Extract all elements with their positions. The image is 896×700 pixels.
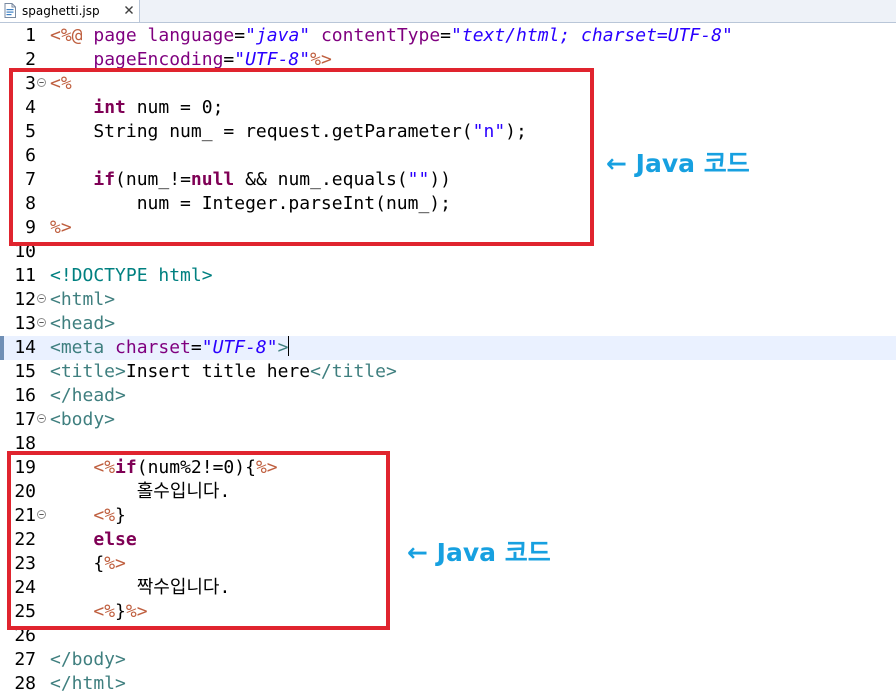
highlight-box-java-top xyxy=(9,68,594,246)
annotation-java-code-bottom: ← Java 코드 xyxy=(407,538,551,567)
jsp-file-icon xyxy=(4,3,16,18)
fold-toggle-icon[interactable] xyxy=(37,318,46,327)
line-content: </html> xyxy=(50,673,126,694)
line-number: 12 xyxy=(14,289,36,310)
tab-title: spaghetti.jsp xyxy=(22,4,100,18)
code-line: 1 <%@ page language="java" contentType="… xyxy=(0,24,896,48)
code-line-current: 14 <meta charset="UTF-8"> xyxy=(0,336,896,360)
line-content: <body> xyxy=(50,409,116,430)
line-number: 17 xyxy=(14,409,36,430)
code-line: 13 <head> xyxy=(0,312,896,336)
editor-window: spaghetti.jsp 1 <%@ page language="java"… xyxy=(0,0,896,700)
line-content: <%@ page language="java" contentType="te… xyxy=(50,25,733,46)
code-line: 11 <!DOCTYPE html> xyxy=(0,264,896,288)
highlight-box-java-bottom xyxy=(7,451,390,630)
annotation-java-code-top: ← Java 코드 xyxy=(606,149,750,178)
line-content: <html> xyxy=(50,289,116,310)
text-cursor xyxy=(288,336,290,356)
line-content: <meta charset="UTF-8"> xyxy=(50,336,290,358)
line-number: 15 xyxy=(14,361,36,382)
line-content: </head> xyxy=(50,385,126,406)
code-line: 15 <title>Insert title here</title> xyxy=(0,360,896,384)
line-number: 1 xyxy=(25,25,36,46)
code-line: 27 </body> xyxy=(0,648,896,672)
code-line: 16 </head> xyxy=(0,384,896,408)
line-number: 27 xyxy=(14,649,36,670)
line-number: 13 xyxy=(14,313,36,334)
line-content: <!DOCTYPE html> xyxy=(50,265,213,286)
line-number: 16 xyxy=(14,385,36,406)
code-line: 28 </html> xyxy=(0,672,896,696)
fold-toggle-icon[interactable] xyxy=(37,294,46,303)
code-line: 12 <html> xyxy=(0,288,896,312)
tab-spaghetti-jsp[interactable]: spaghetti.jsp xyxy=(0,0,140,22)
code-line: 17 <body> xyxy=(0,408,896,432)
line-content: </body> xyxy=(50,649,126,670)
close-icon[interactable] xyxy=(124,5,134,15)
line-content: <title>Insert title here</title> xyxy=(50,361,397,382)
line-content: <head> xyxy=(50,313,116,334)
editor-tab-bar: spaghetti.jsp xyxy=(0,0,896,23)
fold-toggle-icon[interactable] xyxy=(37,414,46,423)
line-number: 28 xyxy=(14,673,36,694)
line-number: 11 xyxy=(14,265,36,286)
line-number: 14 xyxy=(14,337,36,358)
